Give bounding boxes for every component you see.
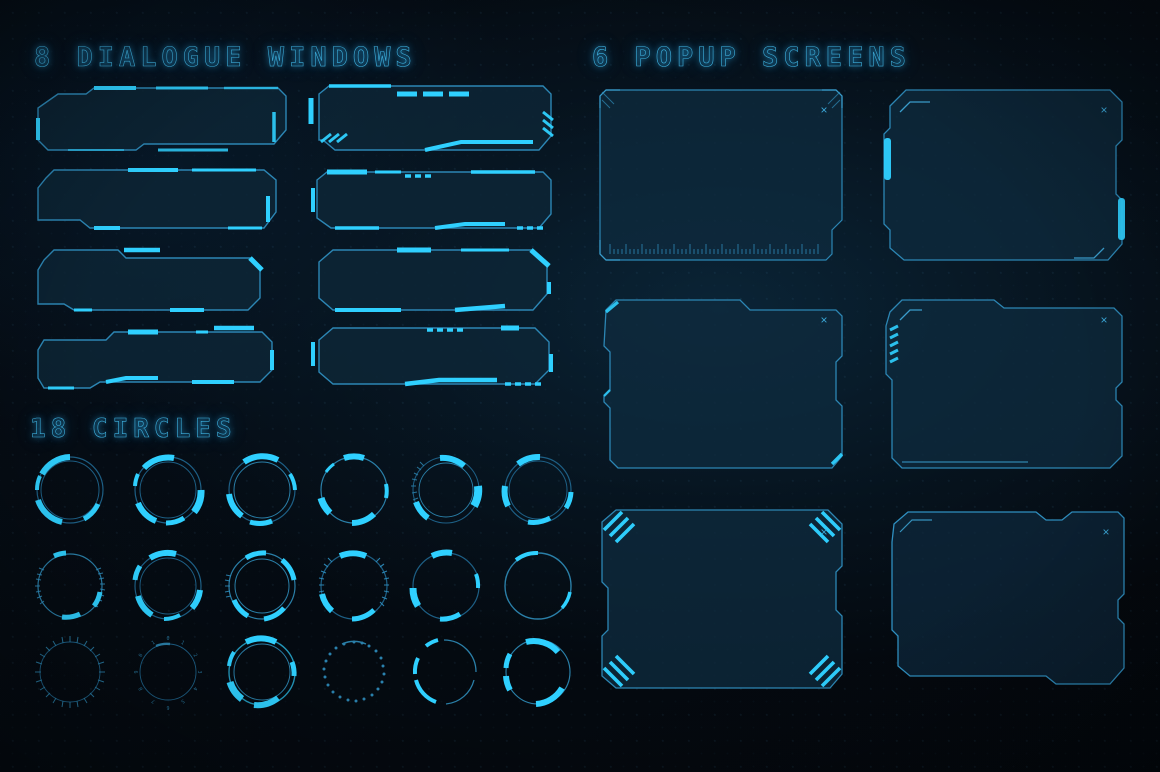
dialogue-window-6[interactable] <box>305 247 560 316</box>
left-tab <box>884 138 891 180</box>
circle-gauge-13[interactable] <box>28 630 112 714</box>
dialogue-window-3[interactable] <box>28 168 292 236</box>
dialogue-window-7[interactable] <box>28 324 292 392</box>
circle-gauge-17[interactable] <box>404 630 488 714</box>
close-icon[interactable]: × <box>1100 103 1107 117</box>
circle-gauge-1[interactable] <box>28 448 112 532</box>
svg-text:5: 5 <box>180 698 186 705</box>
popup-screen-5[interactable]: × <box>596 506 848 694</box>
popup-screen-6[interactable]: × <box>880 506 1128 694</box>
close-icon[interactable]: × <box>1102 525 1109 539</box>
close-icon[interactable]: × <box>820 525 827 539</box>
svg-text:0: 0 <box>166 636 169 642</box>
close-icon[interactable]: × <box>820 103 827 117</box>
circle-gauge-8[interactable] <box>126 544 210 628</box>
svg-text:6: 6 <box>166 704 169 710</box>
svg-text:7: 7 <box>151 698 157 705</box>
section-title-popup-screens: 6 POPUP SCREENS <box>592 42 911 74</box>
dialogue-window-8[interactable] <box>305 324 557 392</box>
dialogue-window-4[interactable] <box>305 168 557 236</box>
svg-text:1: 1 <box>180 640 186 647</box>
svg-text:0: 0 <box>138 653 145 659</box>
popup-screen-3[interactable]: × <box>600 296 846 478</box>
circle-gauge-7[interactable] <box>28 544 112 628</box>
circle-gauge-16[interactable] <box>312 630 396 714</box>
svg-text:8: 8 <box>138 686 145 692</box>
svg-text:1: 1 <box>151 640 157 647</box>
dialogue-window-1[interactable] <box>28 86 293 156</box>
hud-ui-kit-canvas: 8 DIALOGUE WINDOWS 6 POPUP SCREENS 18 CI… <box>0 0 1160 772</box>
right-tab <box>1118 198 1125 240</box>
circle-gauge-18[interactable] <box>496 630 580 714</box>
circle-gauge-4[interactable] <box>312 448 396 532</box>
dialogue-window-5[interactable] <box>28 247 292 316</box>
dialogue-window-2[interactable] <box>305 84 557 158</box>
popup-screen-4[interactable]: × <box>878 296 1128 478</box>
svg-text:4: 4 <box>192 686 199 692</box>
popup-screen-2[interactable]: × <box>878 86 1128 268</box>
circle-gauge-15[interactable] <box>220 630 304 714</box>
circle-gauge-14[interactable]: 0 1 2 3 4 5 6 7 8 9 0 1 <box>126 630 210 714</box>
svg-text:3: 3 <box>196 670 202 673</box>
svg-text:2: 2 <box>192 653 199 659</box>
circle-gauge-3[interactable] <box>220 448 304 532</box>
close-icon[interactable]: × <box>1100 313 1107 327</box>
section-title-circles: 18 CIRCLES <box>30 414 237 445</box>
section-title-dialogue-windows: 8 DIALOGUE WINDOWS <box>34 42 417 74</box>
circle-gauge-11[interactable] <box>404 544 488 628</box>
circle-gauge-6[interactable] <box>496 448 580 532</box>
circle-gauge-2[interactable] <box>126 448 210 532</box>
popup-screen-1[interactable]: × <box>596 86 846 268</box>
svg-text:9: 9 <box>134 670 140 673</box>
circle-gauge-12[interactable] <box>496 544 580 628</box>
circle-gauge-9[interactable] <box>220 544 304 628</box>
circle-gauge-10[interactable] <box>312 544 396 628</box>
circle-gauge-5[interactable] <box>404 448 488 532</box>
close-icon[interactable]: × <box>820 313 827 327</box>
